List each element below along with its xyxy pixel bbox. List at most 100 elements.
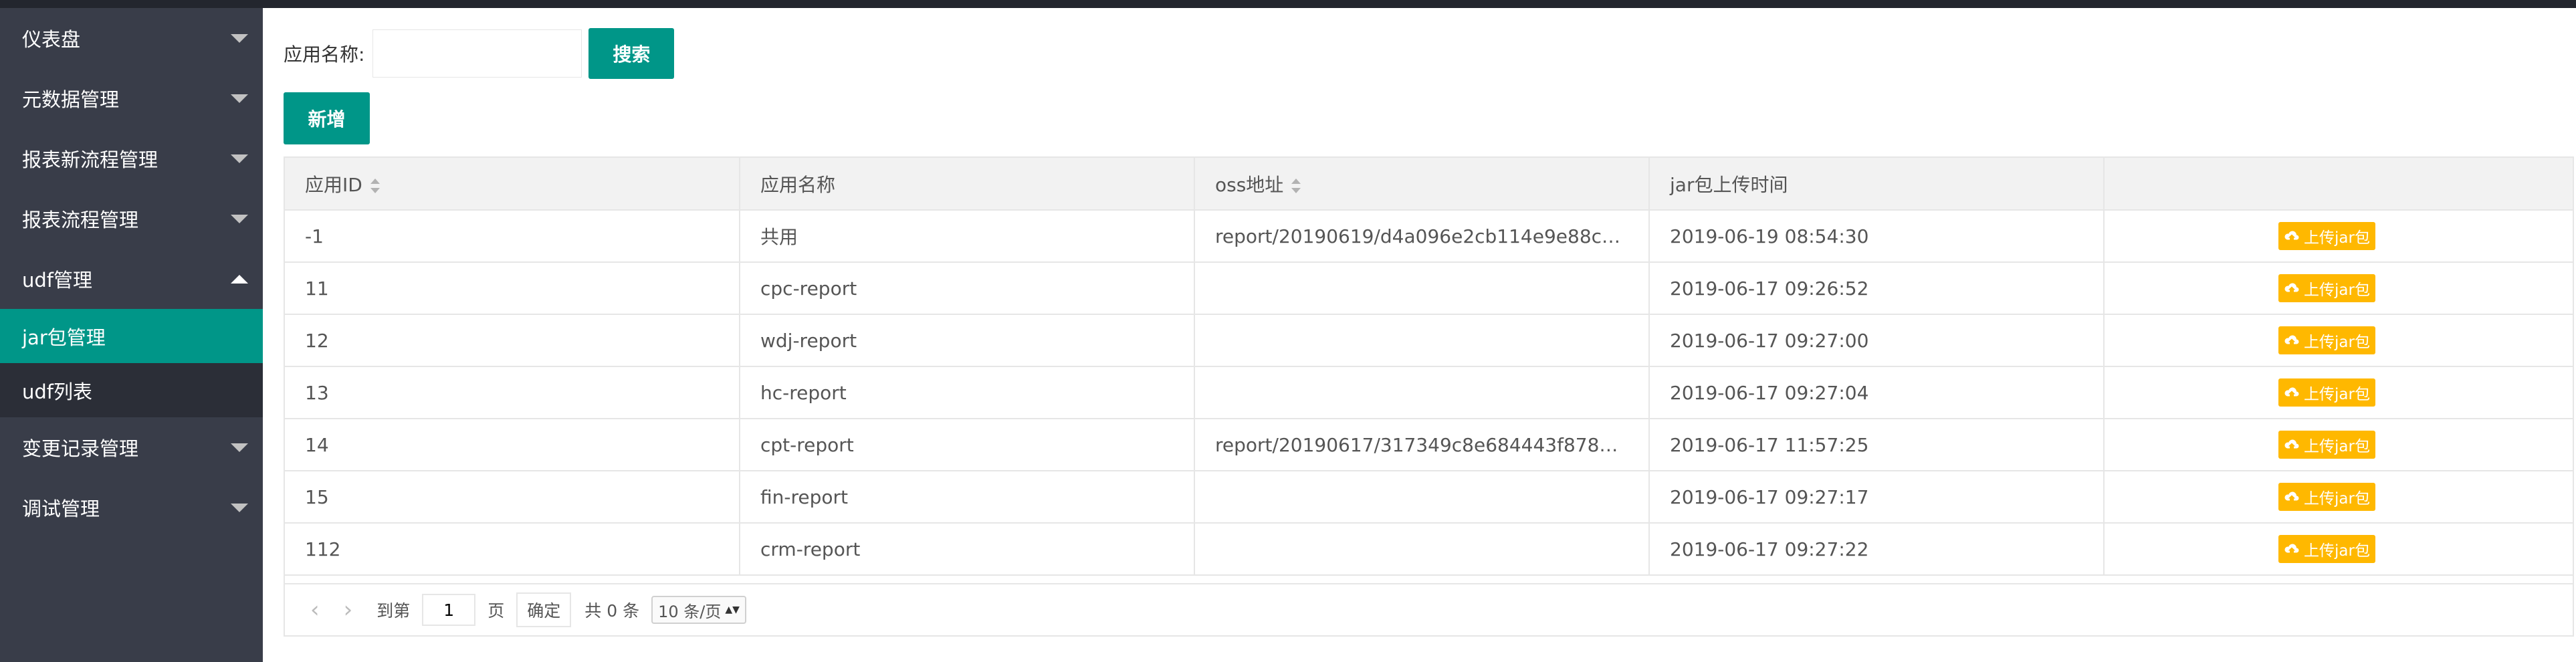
page-number-input[interactable]: [422, 594, 476, 626]
sidebar-subitem-label: udf列表: [22, 380, 92, 403]
search-bar: 应用名称: 搜索: [284, 28, 675, 79]
cell-oss: [1194, 366, 1650, 419]
column-header-upload-time: jar包上传时间: [1648, 158, 2105, 211]
sidebar-item-label: 报表新流程管理: [22, 148, 158, 171]
column-header-label: jar包上传时间: [1670, 173, 1788, 196]
cell-name: fin-report: [739, 470, 1195, 524]
sidebar-item-metadata[interactable]: 元数据管理: [0, 68, 263, 128]
cell-oss: [1194, 470, 1650, 524]
cell-time: 2019-06-17 09:26:52: [1648, 261, 2105, 315]
upload-jar-label: 上传jar包: [2304, 438, 2370, 455]
cell-oss: [1194, 261, 1650, 315]
select-caret-icon: ▲▼: [725, 604, 740, 615]
sort-icon[interactable]: [370, 178, 380, 193]
upload-jar-button[interactable]: 上传jar包: [2278, 535, 2375, 563]
cell-id: 14: [285, 418, 740, 471]
cell-action: 上传jar包: [2103, 522, 2573, 576]
table-header-row: 应用ID 应用名称 oss地址 jar包上传时间: [285, 158, 2573, 211]
cloud-upload-icon: [2284, 283, 2299, 292]
sidebar-item-label: 元数据管理: [22, 88, 120, 111]
cell-name: hc-report: [739, 366, 1195, 419]
sidebar-subitem-label: jar包管理: [22, 326, 106, 349]
cell-name: cpt-report: [739, 418, 1195, 471]
sidebar-item-change-log[interactable]: 变更记录管理: [0, 417, 263, 477]
cell-name: crm-report: [739, 522, 1195, 576]
upload-jar-button[interactable]: 上传jar包: [2278, 326, 2375, 354]
add-button[interactable]: 新增: [284, 92, 370, 144]
column-header-oss[interactable]: oss地址: [1194, 158, 1650, 211]
table-row: 15 fin-report 2019-06-17 09:27:17 上传jar包: [285, 470, 2573, 524]
upload-jar-label: 上传jar包: [2304, 334, 2370, 351]
table-row: -1 共用 report/20190619/d4a096e2cb114e9e88ce…: [285, 209, 2573, 263]
upload-jar-button[interactable]: 上传jar包: [2278, 483, 2375, 511]
page-size-value: 10 条/页: [658, 602, 722, 621]
cell-id: -1: [285, 209, 740, 263]
chevron-down-icon: [231, 34, 248, 43]
cell-action: 上传jar包: [2103, 261, 2573, 315]
column-header-action: [2103, 158, 2573, 211]
sidebar-item-label: 变更记录管理: [22, 437, 139, 460]
table-row: 12 wdj-report 2019-06-17 09:27:00 上传jar包: [285, 314, 2573, 367]
sidebar-item-udf[interactable]: udf管理: [0, 249, 263, 309]
cloud-upload-icon: [2284, 491, 2299, 501]
sidebar-item-label: 仪表盘: [22, 28, 81, 51]
sidebar-item-debug[interactable]: 调试管理: [0, 477, 263, 538]
chevron-down-icon: [231, 504, 248, 512]
upload-jar-button[interactable]: 上传jar包: [2278, 378, 2375, 407]
pagination: ‹ › 到第 页 确定 共 0 条 10 条/页▲▼: [285, 583, 2573, 635]
upload-jar-label: 上传jar包: [2304, 282, 2370, 299]
cell-action: 上传jar包: [2103, 366, 2573, 419]
jar-table: 应用ID 应用名称 oss地址 jar包上传时间 -1 共用 report/2019…: [284, 156, 2574, 637]
cloud-upload-icon: [2284, 544, 2299, 553]
data-table: 应用ID 应用名称 oss地址 jar包上传时间 -1 共用 report/2019…: [285, 158, 2573, 576]
cell-id: 11: [285, 261, 740, 315]
sidebar-item-dashboard[interactable]: 仪表盘: [0, 8, 263, 68]
column-header-app-id[interactable]: 应用ID: [285, 158, 740, 211]
cell-action: 上传jar包: [2103, 209, 2573, 263]
cloud-upload-icon: [2284, 387, 2299, 397]
chevron-down-icon: [231, 94, 248, 103]
cell-time: 2019-06-17 09:27:22: [1648, 522, 2105, 576]
search-button[interactable]: 搜索: [588, 28, 675, 79]
upload-jar-button[interactable]: 上传jar包: [2278, 274, 2375, 302]
sidebar-item-label: udf管理: [22, 269, 92, 292]
table-row: 13 hc-report 2019-06-17 09:27:04 上传jar包: [285, 366, 2573, 419]
search-label: 应用名称:: [284, 43, 365, 66]
main-content: 应用名称: 搜索 新增 应用ID 应用名称 oss地址 jar包上传时间 -1 共…: [263, 8, 2576, 662]
upload-jar-label: 上传jar包: [2304, 490, 2370, 508]
cell-time: 2019-06-17 09:27:04: [1648, 366, 2105, 419]
prev-page-icon[interactable]: ‹: [310, 598, 320, 621]
cell-time: 2019-06-17 11:57:25: [1648, 418, 2105, 471]
table-row: 14 cpt-report report/20190617/317349c8e684…: [285, 418, 2573, 471]
sidebar-subitem-jar-manage[interactable]: jar包管理: [0, 309, 263, 363]
cell-oss: [1194, 522, 1650, 576]
sidebar-subitem-udf-list[interactable]: udf列表: [0, 363, 263, 417]
cell-id: 112: [285, 522, 740, 576]
top-bar: [0, 0, 2576, 8]
upload-jar-button[interactable]: 上传jar包: [2278, 222, 2375, 250]
cell-action: 上传jar包: [2103, 314, 2573, 367]
sidebar-item-report-flow[interactable]: 报表流程管理: [0, 189, 263, 249]
sidebar-item-report-new-flow[interactable]: 报表新流程管理: [0, 128, 263, 189]
upload-jar-label: 上传jar包: [2304, 229, 2370, 247]
upload-jar-label: 上传jar包: [2304, 386, 2370, 403]
column-header-app-name: 应用名称: [739, 158, 1195, 211]
page-size-select[interactable]: 10 条/页 ▲▼: [651, 596, 746, 624]
upload-jar-label: 上传jar包: [2304, 542, 2370, 560]
column-header-label: 应用ID: [305, 173, 362, 196]
confirm-page-button[interactable]: 确定: [516, 592, 572, 627]
cell-oss: [1194, 314, 1650, 367]
chevron-down-icon: [231, 154, 248, 163]
chevron-down-icon: [231, 215, 248, 223]
next-page-icon[interactable]: ›: [344, 598, 353, 621]
cell-id: 12: [285, 314, 740, 367]
upload-jar-button[interactable]: 上传jar包: [2278, 431, 2375, 459]
cell-action: 上传jar包: [2103, 470, 2573, 524]
goto-label: 到第: [377, 601, 411, 621]
app-name-search-input[interactable]: [372, 29, 582, 78]
column-header-label: 应用名称: [760, 173, 836, 196]
table-row: 112 crm-report 2019-06-17 09:27:22 上传jar包: [285, 522, 2573, 576]
sort-icon[interactable]: [1291, 178, 1301, 193]
cell-name: wdj-report: [739, 314, 1195, 367]
column-header-label: oss地址: [1215, 173, 1284, 196]
